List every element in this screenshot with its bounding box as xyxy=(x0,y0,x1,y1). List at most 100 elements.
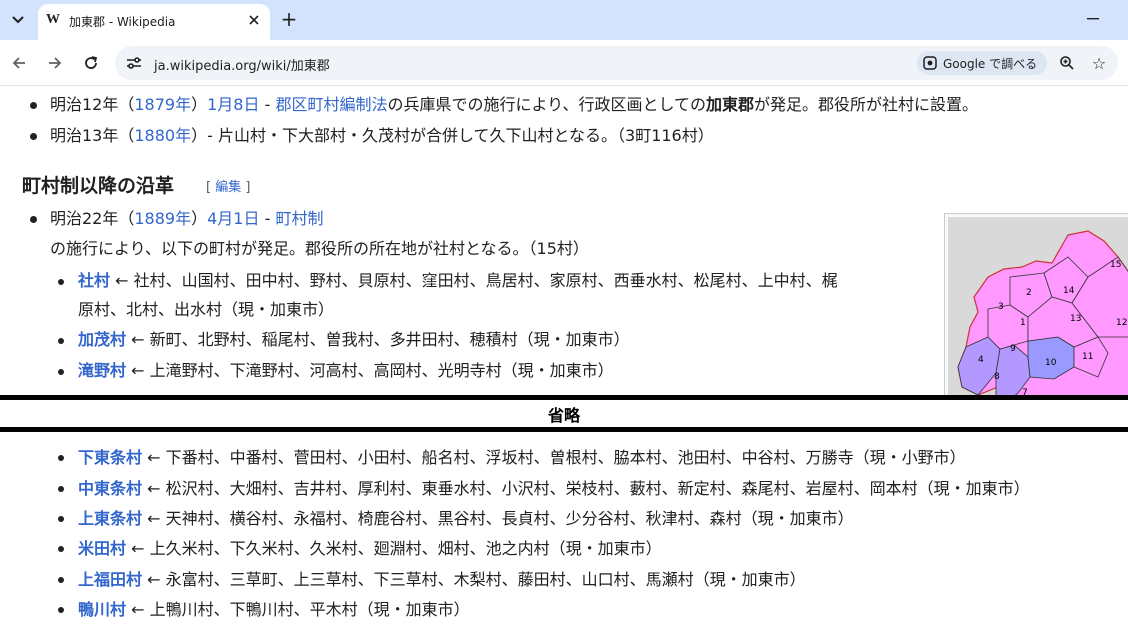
item-text: ） xyxy=(191,95,208,114)
date-link[interactable]: 4月1日 xyxy=(207,209,259,228)
edit-bracket: ] xyxy=(241,180,251,195)
minimize-button[interactable] xyxy=(1080,8,1106,30)
village-sources: ← 松沢村、大畑村、吉井村、厚利村、東垂水村、小沢村、栄枝村、藪村、新定村、森尾… xyxy=(142,479,1030,498)
clipped-line-text: ・・・・・・・・・・・・・・・ xyxy=(50,628,290,634)
year-link[interactable]: 1889年 xyxy=(134,209,191,228)
sub-bullet xyxy=(58,369,64,375)
map-label: 2 xyxy=(1026,288,1032,298)
back-icon xyxy=(12,57,25,69)
zoom-icon xyxy=(1060,56,1074,70)
item-text: 明治22年（ xyxy=(50,209,135,228)
map-label: 4 xyxy=(978,355,984,365)
list-bullet xyxy=(30,216,37,223)
law-link[interactable]: 郡区町村編制法 xyxy=(275,95,387,114)
village-sources: ← 天神村、横谷村、永福村、椅鹿谷村、黒谷村、長貞村、少分谷村、秋津村、森村（現… xyxy=(142,509,854,528)
year-link[interactable]: 1879年 xyxy=(134,95,191,114)
sub-bullet xyxy=(58,516,64,522)
map-label: 11 xyxy=(1082,352,1093,362)
list-bullet xyxy=(30,102,37,109)
law-link[interactable]: 町村制 xyxy=(275,209,323,228)
bookmark-button[interactable]: ☆ xyxy=(1086,50,1112,76)
village-item: 上東条村 ← 天神村、横谷村、永福村、椅鹿谷村、黒谷村、長貞村、少分谷村、秋津村… xyxy=(78,509,854,529)
article-content: ・・・・・・・・・・・・・・・・・・・・・・・・・ 明治12年（1879年）1月… xyxy=(0,87,1128,634)
map-label: 10 xyxy=(1045,358,1057,368)
village-item: 米田村 ← 上久米村、下久米村、久米村、廻淵村、畑村、池之内村（現・加東市） xyxy=(78,539,662,559)
sub-bullet xyxy=(58,546,64,552)
village-link[interactable]: 加茂村 xyxy=(78,330,126,349)
omission-rule-top xyxy=(0,395,1128,400)
wikipedia-favicon: W xyxy=(46,12,60,27)
item-text: ）- 片山村・下大部村・久茂村が合併して久下山村となる。（3町116村） xyxy=(191,126,714,145)
map-label: 9 xyxy=(1010,344,1016,354)
tab-dropdown-icon xyxy=(12,16,24,24)
village-link[interactable]: 中東条村 xyxy=(78,479,142,498)
village-sources: ← 新町、北野村、稲尾村、曽我村、多井田村、穂積村（現・加東市） xyxy=(126,330,630,349)
village-item: 社村 ← 社村、山国村、田中村、野村、貝原村、窪田村、鳥居村、家原村、西垂水村、… xyxy=(78,271,838,291)
village-link[interactable]: 上福田村 xyxy=(78,570,142,589)
village-link[interactable]: 下東条村 xyxy=(78,448,142,467)
clipped-line: ・・・・・・・・・・・・・・・ xyxy=(0,628,340,634)
google-search-chip[interactable]: Google で調べる xyxy=(917,51,1047,75)
tab-search-button[interactable] xyxy=(4,7,32,33)
village-sources: ← 下番村、中番村、菅田村、小田村、船名村、浮坂村、曽根村、脇本村、池田村、中谷… xyxy=(142,448,966,467)
zoom-button[interactable] xyxy=(1054,50,1080,76)
edit-bracket: [ xyxy=(206,180,216,195)
sub-bullet xyxy=(58,338,64,344)
history-item-m12: 明治12年（1879年）1月8日 - 郡区町村編制法の兵庫県での施行により、行政… xyxy=(50,95,978,115)
back-button[interactable] xyxy=(5,49,33,77)
village-item: 中東条村 ← 松沢村、大畑村、吉井村、厚利村、東垂水村、小沢村、栄枝村、藪村、新… xyxy=(78,479,1030,499)
reload-icon xyxy=(85,56,98,69)
sub-bullet xyxy=(58,577,64,583)
site-info-button[interactable] xyxy=(121,50,147,76)
item-text: の兵庫県での施行により、行政区画としての xyxy=(387,95,707,114)
village-item: 下東条村 ← 下番村、中番村、菅田村、小田村、船名村、浮坂村、曽根村、脇本村、池… xyxy=(78,448,966,468)
google-search-label: Google で調べる xyxy=(943,56,1038,71)
edit-link[interactable]: 編集 xyxy=(215,180,241,195)
url-text: ja.wikipedia.org/wiki/加東郡 xyxy=(154,59,330,74)
item-text: - xyxy=(259,209,276,228)
site-info-icon xyxy=(127,57,141,69)
village-sources: ← 社村、山国村、田中村、野村、貝原村、窪田村、鳥居村、家原村、西垂水村、松尾村… xyxy=(110,271,838,290)
tab-title: 加東郡 - Wikipedia xyxy=(69,15,176,29)
village-link[interactable]: 社村 xyxy=(78,271,110,290)
item-text: 明治12年（ xyxy=(50,95,135,114)
edit-section: [ 編集 ] xyxy=(206,176,250,195)
village-item: 上福田村 ← 永富村、三草町、上三草村、下三草村、木梨村、藤田村、山口村、馬瀬村… xyxy=(78,570,806,590)
close-tab-button[interactable] xyxy=(244,10,264,30)
village-link[interactable]: 滝野村 xyxy=(78,361,126,380)
sub-bullet xyxy=(58,486,64,492)
date-link[interactable]: 1月8日 xyxy=(207,95,259,114)
map-thumbnail[interactable]: 15 2 3 14 1 13 12 9 4 10 11 8 7 xyxy=(944,213,1128,403)
browser-tab[interactable]: W 加東郡 - Wikipedia xyxy=(38,4,270,40)
sub-bullet xyxy=(58,279,64,285)
village-item-continuation: 原村、北村、出水村（現・加東市） xyxy=(78,300,335,319)
sub-bullet xyxy=(58,607,64,613)
village-sources: ← 上久米村、下久米村、久米村、廻淵村、畑村、池之内村（現・加東市） xyxy=(126,539,662,558)
star-icon: ☆ xyxy=(1091,53,1107,73)
list-bullet xyxy=(30,133,37,140)
new-tab-button[interactable]: + xyxy=(277,7,301,31)
village-link[interactable]: 上東条村 xyxy=(78,509,142,528)
address-bar[interactable]: ja.wikipedia.org/wiki/加東郡 Google で調べる ☆ xyxy=(115,46,1118,80)
tab-strip: W 加東郡 - Wikipedia + xyxy=(0,0,1128,40)
forward-button[interactable] xyxy=(41,49,69,77)
item-text: - xyxy=(259,95,276,114)
village-sources: ← 上滝野村、下滝野村、河高村、高岡村、光明寺村（現・加東市） xyxy=(126,361,614,380)
map-label: 3 xyxy=(998,302,1004,312)
village-link[interactable]: 米田村 xyxy=(78,539,126,558)
map-label: 8 xyxy=(994,372,1000,382)
village-link[interactable]: 鴨川村 xyxy=(78,600,126,619)
village-sources: ← 上鴨川村、下鴨川村、平木村（現・加東市） xyxy=(126,600,470,619)
map-label: 1 xyxy=(1020,318,1026,328)
item-text: 明治13年（ xyxy=(50,126,135,145)
omission-band: 省略 xyxy=(0,395,1128,432)
bold-term: 加東郡 xyxy=(706,95,755,114)
year-link[interactable]: 1880年 xyxy=(134,126,191,145)
browser-toolbar: ja.wikipedia.org/wiki/加東郡 Google で調べる ☆ xyxy=(0,40,1128,86)
history-item-m13: 明治13年（1880年）- 片山村・下大部村・久茂村が合併して久下山村となる。（… xyxy=(50,126,714,146)
section-heading: 町村制以降の沿革 xyxy=(22,175,175,197)
reload-button[interactable] xyxy=(77,49,105,77)
clipped-line: ・・・・・・・・・・・・・・・・・・ xyxy=(0,431,400,440)
map-label: 12 xyxy=(1116,318,1127,328)
item-text: が発足。郡役所が社村に設置。 xyxy=(754,95,979,114)
